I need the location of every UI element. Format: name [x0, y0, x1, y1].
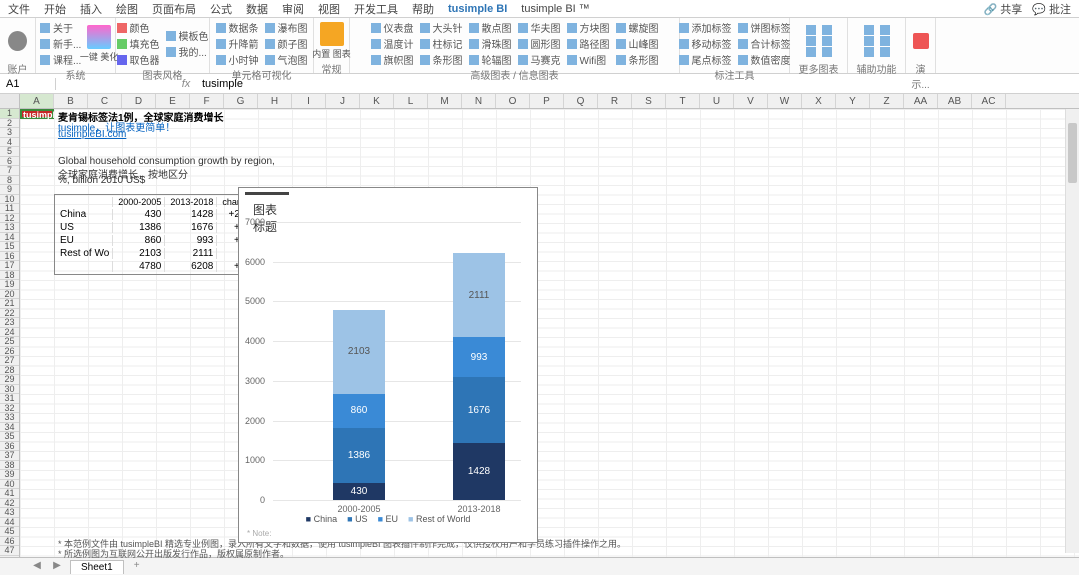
- col-Q[interactable]: Q: [564, 94, 598, 108]
- avatar[interactable]: [8, 31, 27, 51]
- col-N[interactable]: N: [462, 94, 496, 108]
- col-T[interactable]: T: [666, 94, 700, 108]
- comments-button[interactable]: 💬 批注: [1032, 1, 1071, 17]
- tab-home[interactable]: 开始: [44, 1, 66, 17]
- col-C[interactable]: C: [88, 94, 122, 108]
- col-Z[interactable]: Z: [870, 94, 904, 108]
- group-account: 账户: [4, 61, 31, 73]
- link[interactable]: tusimpleBI.com: [58, 129, 126, 140]
- tab-insert[interactable]: 插入: [80, 1, 102, 17]
- col-H[interactable]: H: [258, 94, 292, 108]
- col-G[interactable]: G: [224, 94, 258, 108]
- col-P[interactable]: P: [530, 94, 564, 108]
- col-M[interactable]: M: [428, 94, 462, 108]
- sheet-next[interactable]: ▶: [50, 560, 64, 574]
- tab-tusimple-bi-tm[interactable]: tusimple BI ™: [521, 3, 589, 15]
- tab-data[interactable]: 数据: [246, 1, 268, 17]
- col-AB[interactable]: AB: [938, 94, 972, 108]
- tab-view[interactable]: 视图: [318, 1, 340, 17]
- col-I[interactable]: I: [292, 94, 326, 108]
- col-S[interactable]: S: [632, 94, 666, 108]
- sheet-prev[interactable]: ◀: [30, 560, 44, 574]
- course-btn[interactable]: 课程...: [40, 52, 81, 67]
- select-all-corner[interactable]: [0, 94, 20, 108]
- col-AA[interactable]: AA: [904, 94, 938, 108]
- color-btn[interactable]: 颜色: [117, 20, 160, 35]
- chart[interactable]: 图表标题 01000200030004000500060007000 43013…: [238, 187, 538, 543]
- row-headers: 1234567891011121314151617181920212223242…: [0, 109, 20, 557]
- col-R[interactable]: R: [598, 94, 632, 108]
- chart-legend: China US EU Rest of World: [239, 514, 537, 524]
- col-E[interactable]: E: [156, 94, 190, 108]
- active-cell[interactable]: tusimple: [20, 109, 54, 119]
- fill-btn[interactable]: 填充色: [117, 36, 160, 51]
- tab-tusimple-bi[interactable]: tusimple BI: [448, 3, 507, 15]
- chart-note: * Note:: [247, 529, 271, 538]
- sheet-add[interactable]: +: [130, 560, 144, 574]
- tab-dev[interactable]: 开发工具: [354, 1, 398, 17]
- data-table: 2000-20052013-2018change% China4301428+2…: [54, 194, 267, 275]
- column-headers: ABCDEFGHIJKLMNOPQRSTUVWXYZAAABAC: [0, 94, 1079, 109]
- col-Y[interactable]: Y: [836, 94, 870, 108]
- col-X[interactable]: X: [802, 94, 836, 108]
- col-F[interactable]: F: [190, 94, 224, 108]
- mycolor-btn[interactable]: 我的...: [166, 44, 209, 59]
- cells-grid[interactable]: tusimple 麦肯锡标签法1例，全球家庭消费增长 tusimple，让图表更…: [20, 109, 1079, 557]
- col-L[interactable]: L: [394, 94, 428, 108]
- col-U[interactable]: U: [700, 94, 734, 108]
- col-J[interactable]: J: [326, 94, 360, 108]
- sheet-tab-1[interactable]: Sheet1: [70, 560, 124, 574]
- fx-icon[interactable]: fx: [176, 78, 196, 90]
- col-V[interactable]: V: [734, 94, 768, 108]
- row-47[interactable]: 47: [0, 546, 19, 556]
- tab-layout[interactable]: 页面布局: [152, 1, 196, 17]
- col-AC[interactable]: AC: [972, 94, 1006, 108]
- beautify-btn[interactable]: 一键 美化: [87, 25, 111, 63]
- newbie-btn[interactable]: 新手...: [40, 36, 81, 51]
- vertical-scrollbar[interactable]: [1065, 109, 1079, 553]
- formula-input[interactable]: tusimple: [196, 78, 1079, 90]
- about-btn[interactable]: 关于: [40, 20, 81, 35]
- col-A[interactable]: A: [20, 94, 54, 108]
- menu-tabs: 文件 开始 插入 绘图 页面布局 公式 数据 审阅 视图 开发工具 帮助 tus…: [0, 0, 1079, 18]
- col-B[interactable]: B: [54, 94, 88, 108]
- name-box[interactable]: A1: [0, 78, 56, 90]
- tab-draw[interactable]: 绘图: [116, 1, 138, 17]
- col-W[interactable]: W: [768, 94, 802, 108]
- ribbon: 账户 关于 新手... 课程... 一键 美化 系统 颜色 填充色 取色器 模板…: [0, 18, 1079, 74]
- tab-formula[interactable]: 公式: [210, 1, 232, 17]
- col-D[interactable]: D: [122, 94, 156, 108]
- template-btn[interactable]: 模板色: [166, 28, 209, 43]
- builtin-chart-btn[interactable]: 内置 图表: [318, 22, 345, 60]
- col-O[interactable]: O: [496, 94, 530, 108]
- tab-file[interactable]: 文件: [8, 1, 30, 17]
- col-K[interactable]: K: [360, 94, 394, 108]
- picker-btn[interactable]: 取色器: [117, 52, 160, 67]
- tab-help[interactable]: 帮助: [412, 1, 434, 17]
- tab-review[interactable]: 审阅: [282, 1, 304, 17]
- share-button[interactable]: 🔗 共享: [983, 1, 1022, 17]
